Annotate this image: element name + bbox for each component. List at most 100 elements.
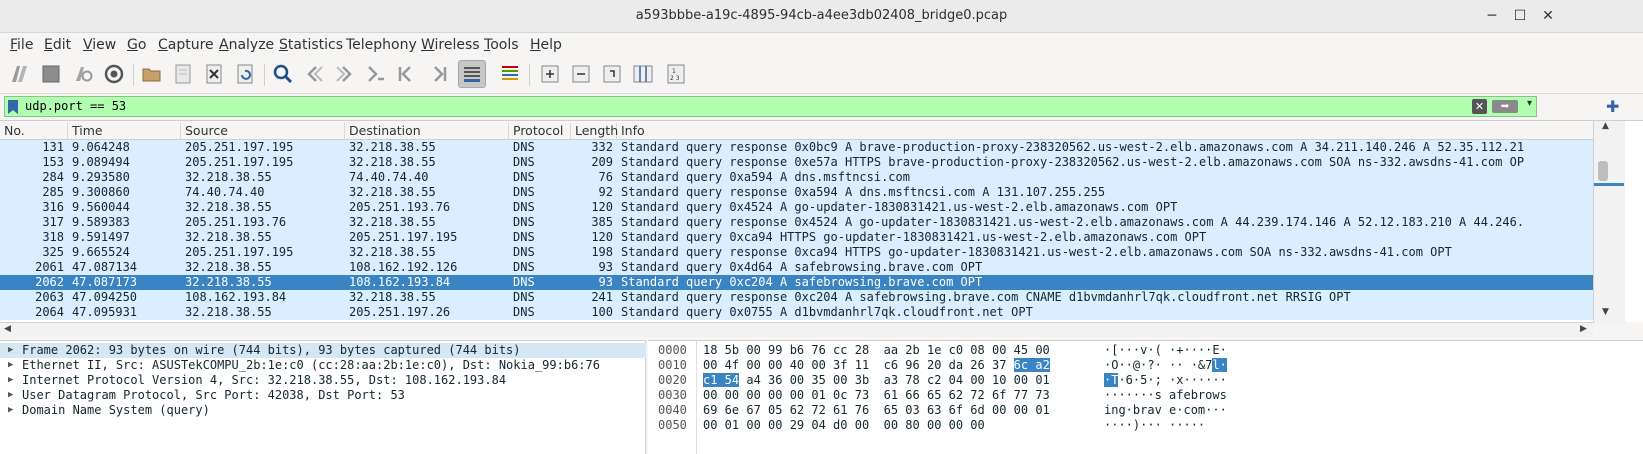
find-packet-icon[interactable]: [269, 60, 297, 88]
resize-columns-icon[interactable]: [629, 60, 657, 88]
menu-go[interactable]: Go: [127, 37, 146, 53]
reload-file-icon[interactable]: [231, 60, 259, 88]
bytes-ascii[interactable]: ·[···v·( ·+····E·: [1104, 343, 1227, 358]
go-forward-icon[interactable]: [331, 60, 359, 88]
bytes-ascii[interactable]: ····)··· ·····: [1104, 418, 1205, 433]
packet-row[interactable]: 285 9.300860 74.40.74.40 32.218.38.55 DNS 92 S…: [0, 185, 1593, 200]
packet-cell-len: 332: [591, 140, 613, 154]
packet-cell-proto: DNS: [513, 200, 535, 214]
scroll-left-icon[interactable]: ◀: [4, 324, 11, 334]
menu-tools[interactable]: Tools: [484, 37, 519, 53]
start-capture-icon[interactable]: [6, 60, 34, 88]
packet-row[interactable]: 2063 47.094250 108.162.193.84 32.218.38.55 D…: [0, 290, 1593, 305]
packet-list-hscrollbar[interactable]: ◀ ▶: [0, 322, 1593, 337]
bookmark-icon[interactable]: [8, 100, 18, 114]
scroll-down-icon[interactable]: ▼: [1602, 307, 1609, 317]
packet-cell-no: 285: [42, 185, 64, 199]
close-file-icon[interactable]: [200, 60, 228, 88]
bytes-hex[interactable]: 18 5b 00 99 b6 76 cc 28 aa 2b 1e c0 08 0…: [703, 343, 1050, 358]
scroll-thumb[interactable]: [1598, 161, 1608, 181]
bytes-ascii[interactable]: ing·brav e·com···: [1104, 403, 1227, 418]
packet-row[interactable]: 2062 47.087173 32.218.38.55 108.162.193.84 D…: [0, 275, 1593, 290]
packet-row[interactable]: 131 9.064248 205.251.197.195 32.218.38.55 DN…: [0, 140, 1593, 155]
packet-row[interactable]: 318 9.591497 32.218.38.55 205.251.197.195 DN…: [0, 230, 1593, 245]
packet-list-header: No. Time Source Destination Protocol Len…: [0, 121, 1625, 140]
packet-row[interactable]: 317 9.589383 205.251.193.76 32.218.38.55 DNS…: [0, 215, 1593, 230]
packet-cell-no: 153: [42, 155, 64, 169]
open-file-icon[interactable]: [138, 60, 166, 88]
column-header-time[interactable]: Time: [68, 123, 181, 140]
minimize-button[interactable]: ─: [1482, 6, 1502, 26]
detail-tree-item[interactable]: ▶ Domain Name System (query): [0, 403, 646, 418]
packet-row[interactable]: 316 9.560044 32.218.38.55 205.251.193.76 DNS…: [0, 200, 1593, 215]
last-packet-icon[interactable]: [424, 60, 452, 88]
go-to-packet-icon[interactable]: [362, 60, 390, 88]
menu-help[interactable]: Help: [530, 37, 562, 53]
normal-size-icon[interactable]: [598, 60, 626, 88]
menu-wireless[interactable]: Wireless: [421, 37, 480, 53]
bytes-ascii[interactable]: ·T·6·5·; ·x······: [1104, 373, 1227, 388]
column-header-destination[interactable]: Destination: [345, 123, 509, 140]
capture-options-icon[interactable]: [100, 60, 128, 88]
zoom-out-icon[interactable]: [567, 60, 595, 88]
packet-list-scrollbar[interactable]: ▲ ▼: [1593, 121, 1625, 323]
menu-statistics[interactable]: Statistics: [279, 37, 343, 53]
packet-row[interactable]: 325 9.665524 205.251.197.195 32.218.38.55 DN…: [0, 245, 1593, 260]
go-back-icon[interactable]: [300, 60, 328, 88]
bytes-hex[interactable]: 00 4f 00 00 40 00 3f 11 c6 96 20 da 26 3…: [703, 358, 1050, 373]
column-header-no[interactable]: No.: [0, 123, 68, 140]
packet-cell-len: 385: [591, 215, 613, 229]
restart-capture-icon[interactable]: [69, 60, 97, 88]
menu-analyze[interactable]: Analyze: [219, 37, 274, 53]
expand-arrow-icon[interactable]: ▶: [8, 343, 13, 358]
packet-row[interactable]: 2064 47.095931 32.218.38.55 205.251.197.26 D…: [0, 305, 1593, 320]
colorize-icon[interactable]: [496, 60, 524, 88]
expand-arrow-icon[interactable]: ▶: [8, 403, 13, 418]
scroll-right-icon[interactable]: ▶: [1580, 324, 1587, 334]
bytes-ascii[interactable]: ·O··@·?· ·· ·&7l·: [1104, 358, 1227, 373]
column-header-info[interactable]: Info: [617, 123, 1607, 140]
menu-file[interactable]: File: [10, 37, 33, 53]
zoom-in-icon[interactable]: [536, 60, 564, 88]
expand-subtrees-icon[interactable]: 12 3: [662, 60, 690, 88]
clear-filter-icon[interactable]: ✕: [1472, 99, 1487, 114]
bytes-hex[interactable]: c1 54 a4 36 00 35 00 3b a3 78 c2 04 00 1…: [703, 373, 1050, 388]
maximize-button[interactable]: ☐: [1510, 6, 1530, 26]
detail-tree-item[interactable]: ▶ Ethernet II, Src: ASUSTekCOMPU_2b:1e:c0…: [0, 358, 646, 373]
bytes-hex[interactable]: 69 6e 67 05 62 72 61 76 65 03 63 6f 6d 0…: [703, 403, 1050, 418]
menu-edit[interactable]: Edit: [44, 37, 71, 53]
close-button[interactable]: ✕: [1538, 6, 1558, 26]
column-header-protocol[interactable]: Protocol: [509, 123, 571, 140]
display-filter-input[interactable]: udp.port == 53 ✕ ➡ ▾: [4, 96, 1537, 117]
expand-arrow-icon[interactable]: ▶: [8, 373, 13, 388]
expand-arrow-icon[interactable]: ▶: [8, 358, 13, 373]
packet-row[interactable]: 284 9.293580 32.218.38.55 74.40.74.40 DNS 76 S…: [0, 170, 1593, 185]
packet-cell-len: 93: [598, 260, 613, 274]
bytes-ascii[interactable]: ·······s afebrows: [1104, 388, 1227, 403]
stop-capture-icon[interactable]: [37, 60, 65, 88]
packet-row[interactable]: 2061 47.087134 32.218.38.55 108.162.192.126…: [0, 260, 1593, 275]
packet-cell-len: 93: [598, 275, 613, 289]
menu-telephony[interactable]: Telephony: [346, 37, 417, 53]
filter-text[interactable]: udp.port == 53: [25, 99, 126, 113]
packet-row[interactable]: 153 9.089494 205.251.197.195 32.218.38.55 DN…: [0, 155, 1593, 170]
menu-capture[interactable]: Capture: [158, 37, 214, 53]
add-filter-button-icon[interactable]: ✚: [1606, 97, 1619, 116]
first-packet-icon[interactable]: [393, 60, 421, 88]
menu-bar: File Edit View Go Capture Analyze Statis…: [0, 33, 1643, 57]
packet-cell-proto: DNS: [513, 215, 535, 229]
column-header-source[interactable]: Source: [181, 123, 345, 140]
autoscroll-icon[interactable]: [458, 60, 486, 88]
menu-view[interactable]: View: [83, 37, 116, 53]
bytes-hex[interactable]: 00 01 00 00 29 04 d0 00 00 80 00 00 00: [703, 418, 985, 433]
expand-arrow-icon[interactable]: ▶: [8, 388, 13, 403]
apply-filter-icon[interactable]: ➡: [1492, 100, 1518, 113]
filter-dropdown-icon[interactable]: ▾: [1527, 98, 1532, 109]
save-file-icon[interactable]: [169, 60, 197, 88]
bytes-hex[interactable]: 00 00 00 00 00 01 0c 73 61 66 65 62 72 6…: [703, 388, 1050, 403]
detail-tree-item[interactable]: ▶ User Datagram Protocol, Src Port: 42038…: [0, 388, 646, 403]
column-header-length[interactable]: Length: [571, 123, 618, 140]
detail-tree-item[interactable]: ▶ Internet Protocol Version 4, Src: 32.21…: [0, 373, 646, 388]
detail-tree-item[interactable]: ▶ Frame 2062: 93 bytes on wire (744 bits)…: [0, 343, 646, 358]
scroll-up-icon[interactable]: ▲: [1602, 121, 1609, 131]
